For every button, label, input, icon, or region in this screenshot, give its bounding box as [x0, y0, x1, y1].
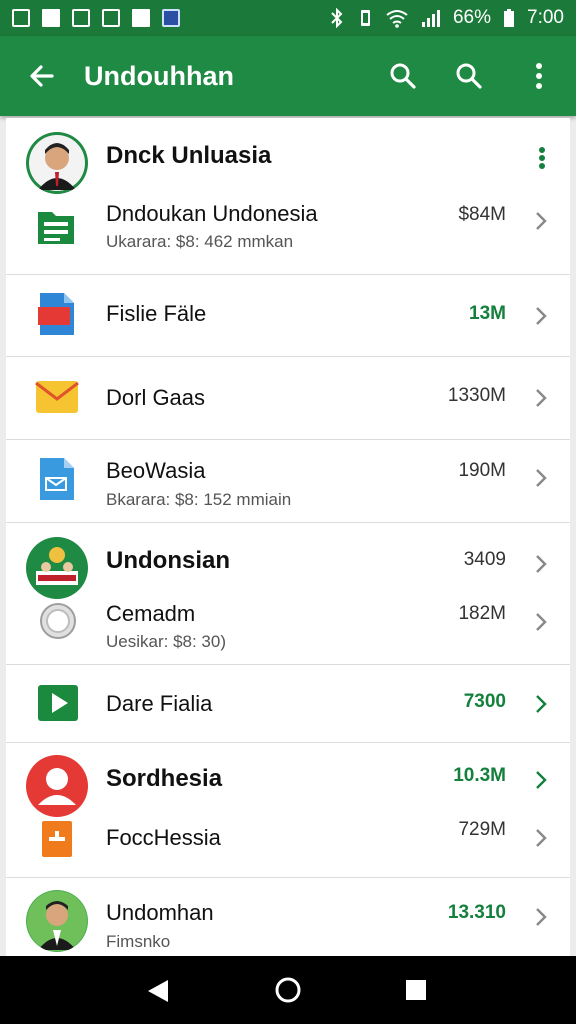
radio-icon — [40, 603, 76, 639]
search-icon — [456, 63, 482, 89]
bluetooth-icon — [331, 8, 343, 28]
chevron-right-icon[interactable] — [530, 467, 552, 489]
chevron-right-icon[interactable] — [530, 611, 552, 633]
arrow-back-icon — [30, 65, 54, 87]
avatar[interactable] — [26, 890, 88, 952]
chevron-right-icon[interactable] — [530, 693, 552, 715]
group-avatar-icon — [27, 538, 87, 598]
vibrate-icon — [360, 10, 370, 26]
search-button-2[interactable] — [436, 36, 502, 116]
file-name[interactable]: Dorl Gaas — [106, 385, 205, 411]
group-size: 10.3M — [453, 765, 506, 786]
battery-percent: 66% — [452, 7, 492, 28]
file-name[interactable]: FoccHessia — [106, 825, 221, 851]
doc-blue-icon — [40, 458, 74, 500]
file-size: 182M — [458, 603, 506, 624]
chevron-right-icon[interactable] — [530, 553, 552, 575]
play-icon — [38, 685, 78, 721]
home-circle-icon[interactable] — [274, 976, 302, 1004]
document-icon — [102, 9, 120, 27]
file-name[interactable]: Cemadm — [106, 601, 195, 627]
list-group: Dnck Unluasia Dndoukan Undonesia Ukarara… — [6, 118, 570, 274]
battery-icon — [504, 9, 515, 27]
file-subtitle: Fimsnko — [106, 932, 171, 951]
avatar[interactable] — [26, 537, 88, 599]
group-title: Sordhesia — [106, 765, 223, 792]
file-list: Dnck Unluasia Dndoukan Undonesia Ukarara… — [6, 118, 570, 956]
back-triangle-icon[interactable] — [146, 978, 170, 1004]
file-size: 7300 — [463, 691, 506, 712]
mail-icon — [35, 381, 79, 413]
wifi-icon — [386, 10, 408, 28]
person-placeholder-icon — [27, 756, 87, 816]
chevron-right-icon[interactable] — [530, 210, 552, 232]
file-name[interactable]: Dare Fialia — [106, 691, 212, 717]
file-name[interactable]: Undomhan — [106, 900, 214, 926]
download-icon — [132, 9, 150, 27]
list-group: Sordhesia 10.3M FoccHessia 729M — [6, 743, 570, 877]
group-title: Dnck Unluasia — [106, 142, 272, 169]
file-subtitle: Ukarara: $8: 462 mmkan — [106, 232, 294, 251]
image-icon — [42, 9, 60, 27]
calendar-icon — [162, 9, 180, 27]
photo-icon — [72, 9, 90, 27]
file-size: 1330M — [447, 385, 506, 406]
recents-square-icon[interactable] — [406, 980, 426, 1000]
more-vert-icon[interactable] — [538, 146, 546, 170]
overflow-menu-button[interactable] — [502, 36, 576, 116]
doc-blue-red-icon — [38, 293, 74, 335]
list-item[interactable]: Undomhan Fimsnko 13.310 — [6, 878, 570, 956]
file-size: 13.310 — [447, 902, 506, 923]
signal-icon — [421, 10, 440, 27]
file-name[interactable]: Dndoukan Undonesia — [106, 201, 318, 227]
list-item[interactable]: Dare Fialia 7300 — [6, 665, 570, 742]
chevron-right-icon[interactable] — [530, 305, 552, 327]
chevron-right-icon[interactable] — [530, 769, 552, 791]
more-vert-icon — [536, 63, 542, 89]
list-group: Undonsian 3409 Cemadm Uesikar: $8: 30) 1… — [6, 523, 570, 664]
app-bar: Undouhhan — [0, 36, 576, 116]
file-name[interactable]: BeoWasia — [106, 458, 205, 484]
orange-doc-icon — [42, 821, 72, 857]
file-size: $84M — [458, 204, 506, 225]
status-bar: 66% 7:00 — [0, 0, 576, 36]
avatar[interactable] — [26, 755, 88, 817]
search-icon — [390, 63, 416, 89]
search-button[interactable] — [370, 36, 436, 116]
file-subtitle: Bkarara: $8: 152 mmiain — [106, 490, 292, 509]
list-item[interactable]: Dorl Gaas 1330M — [6, 357, 570, 439]
file-size: 729M — [458, 819, 506, 840]
file-subtitle: Uesikar: $8: 30) — [106, 632, 226, 651]
group-title: Undonsian — [106, 547, 230, 574]
navigation-bar — [0, 956, 576, 1024]
gallery-icon — [12, 9, 30, 27]
list-item[interactable]: Fislie Fäle 13M — [6, 275, 570, 356]
clock: 7:00 — [527, 7, 564, 28]
file-name[interactable]: Fislie Fäle — [106, 301, 206, 327]
chevron-right-icon[interactable] — [530, 906, 552, 928]
group-size: 3409 — [463, 549, 506, 570]
sheet-icon — [38, 212, 74, 244]
chevron-right-icon[interactable] — [530, 827, 552, 849]
list-item[interactable]: BeoWasia Bkarara: $8: 152 mmiain 190M — [6, 440, 570, 522]
file-size: 190M — [458, 460, 506, 481]
person-avatar-icon — [29, 135, 85, 191]
chevron-right-icon[interactable] — [530, 387, 552, 409]
file-size: 13M — [469, 303, 506, 324]
person-avatar-icon — [27, 891, 87, 951]
avatar[interactable] — [26, 132, 88, 194]
notification-icons — [12, 9, 180, 27]
back-button[interactable] — [0, 36, 84, 116]
page-title: Undouhhan — [84, 60, 234, 91]
